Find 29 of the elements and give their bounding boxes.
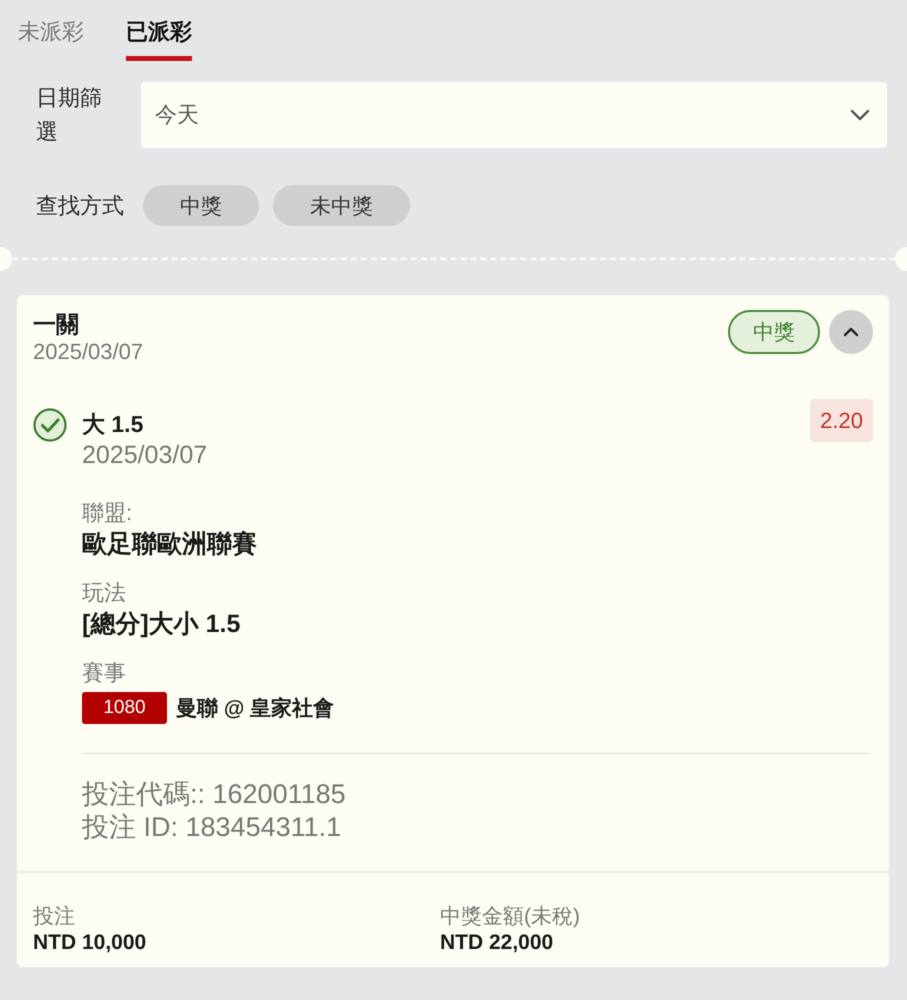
amount-label: 投注 — [33, 904, 76, 930]
league-label: 聯盟: — [82, 499, 134, 527]
selection-date: 2025/03/07 — [82, 440, 208, 471]
odds-badge: 2.20 — [810, 399, 873, 442]
event-label: 賽事 — [82, 659, 127, 687]
chevron-down-icon — [850, 109, 870, 121]
tab[interactable]: 已派彩 — [126, 0, 192, 61]
tab[interactable]: 未派彩 — [18, 0, 84, 61]
bet-date: 2025/03/07 — [33, 338, 144, 366]
selection-pick: 大 1.5 — [82, 410, 144, 439]
amount-label: 中獎金額(未稅) — [440, 904, 581, 930]
league-name: 歐足聯歐洲聯賽 — [82, 529, 258, 560]
collapse-button[interactable] — [829, 310, 873, 354]
event-code-badge: 1080 — [82, 692, 167, 724]
bet-type-title: 一關 — [33, 310, 80, 338]
status-badge: 中獎 — [728, 310, 820, 354]
market-label: 玩法 — [82, 579, 127, 607]
event-name: 曼聯 @ 皇家社會 — [176, 696, 334, 722]
bet-code: 投注代碼:: 162001185 — [82, 778, 347, 811]
bet-id: 投注 ID: 183454311.1 — [82, 811, 342, 844]
amount-value: NTD 22,000 — [440, 930, 554, 956]
filter-chip[interactable]: 中獎 — [143, 185, 259, 226]
date-filter-select[interactable]: 今天 — [141, 82, 887, 148]
amount-value: NTD 10,000 — [33, 930, 148, 956]
filter-chip[interactable]: 未中獎 — [273, 185, 410, 226]
date-filter-label: 日期篩選 — [36, 84, 103, 146]
market-name: [總分]大小 1.5 — [82, 609, 242, 640]
search-mode-label: 查找方式 — [36, 192, 124, 220]
chevron-icon — [843, 327, 859, 337]
